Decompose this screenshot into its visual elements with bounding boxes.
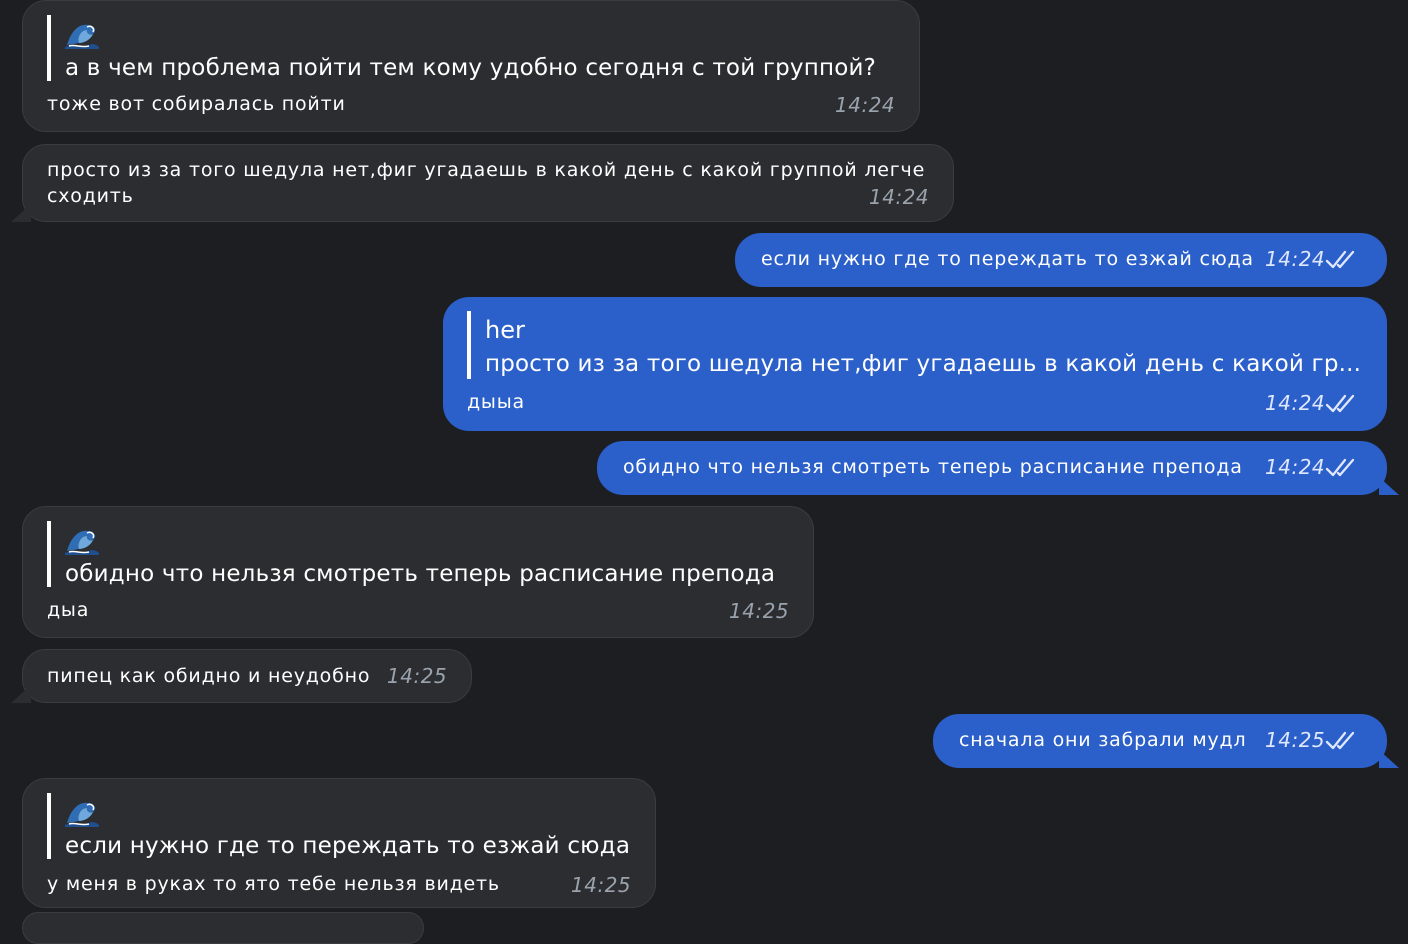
message-time: 14:24 bbox=[869, 185, 930, 209]
message-text: если нужно где то переждать то езжай сюд… bbox=[761, 248, 1254, 270]
message-text: дыа bbox=[47, 599, 90, 621]
message-bubble-incoming[interactable]: если нужно где то переждать то езжай сюд… bbox=[22, 778, 656, 908]
message-text-line2: сходить bbox=[47, 185, 134, 207]
message-bubble-incoming[interactable]: просто из за того шедула нет,фиг угадаеш… bbox=[11, 144, 954, 222]
reply-text: обидно что нельзя смотреть теперь распис… bbox=[65, 561, 776, 587]
message-bubble-incoming[interactable]: а в чем проблема пойти тем кому удобно с… bbox=[22, 0, 920, 132]
message-time: 14:24 bbox=[1265, 247, 1326, 271]
message-text: обидно что нельзя смотреть теперь распис… bbox=[623, 456, 1243, 478]
double-check-icon bbox=[1325, 458, 1355, 477]
message-bubble-outgoing[interactable]: her просто из за того шедула нет,фиг уга… bbox=[443, 297, 1387, 431]
message-bubble-incoming[interactable]: пипец как обидно и неудобно 14:25 bbox=[11, 649, 472, 703]
double-check-icon bbox=[1325, 731, 1355, 750]
message-bubble-incoming-partial[interactable] bbox=[22, 912, 424, 944]
reply-text: просто из за того шедула нет,фиг угадаеш… bbox=[485, 351, 1362, 377]
wave-emoji-icon bbox=[65, 529, 99, 555]
double-check-icon bbox=[1325, 394, 1355, 413]
message-time: 14:25 bbox=[1265, 728, 1326, 752]
message-text: дыыа bbox=[467, 391, 525, 413]
reply-quote[interactable]: а в чем проблема пойти тем кому удобно с… bbox=[47, 15, 911, 81]
message-time: 14:24 bbox=[1265, 391, 1326, 415]
reply-text: а в чем проблема пойти тем кому удобно с… bbox=[65, 55, 877, 81]
reply-text: если нужно где то переждать то езжай сюд… bbox=[65, 833, 631, 859]
message-bubble-outgoing[interactable]: обидно что нельзя смотреть теперь распис… bbox=[597, 441, 1399, 495]
message-text: сначала они забрали мудл bbox=[959, 729, 1247, 751]
message-bubble-outgoing[interactable]: сначала они забрали мудл 14:25 bbox=[933, 714, 1399, 768]
reply-quote[interactable]: обидно что нельзя смотреть теперь распис… bbox=[47, 521, 807, 587]
message-time: 14:25 bbox=[729, 599, 790, 623]
reply-quote[interactable]: если нужно где то переждать то езжай сюд… bbox=[47, 793, 641, 859]
message-text: просто из за того шедула нет,фиг угадаеш… bbox=[47, 159, 926, 181]
message-text: пипец как обидно и неудобно bbox=[47, 665, 371, 687]
message-bubble-incoming[interactable]: обидно что нельзя смотреть теперь распис… bbox=[22, 506, 814, 638]
wave-emoji-icon bbox=[65, 23, 99, 49]
message-text: тоже вот собиралась пойти bbox=[47, 93, 346, 115]
message-time: 14:25 bbox=[387, 664, 448, 688]
reply-author: her bbox=[485, 316, 525, 344]
message-time: 14:25 bbox=[571, 873, 632, 897]
message-text: у меня в руках то ято тебе нельзя видеть bbox=[47, 873, 500, 895]
message-time: 14:24 bbox=[1265, 455, 1326, 479]
double-check-icon bbox=[1325, 250, 1355, 269]
reply-quote[interactable]: her просто из за того шедула нет,фиг уга… bbox=[467, 311, 1371, 379]
message-time: 14:24 bbox=[835, 93, 896, 117]
message-bubble-outgoing[interactable]: если нужно где то переждать то езжай сюд… bbox=[735, 233, 1387, 287]
wave-emoji-icon bbox=[65, 801, 99, 827]
